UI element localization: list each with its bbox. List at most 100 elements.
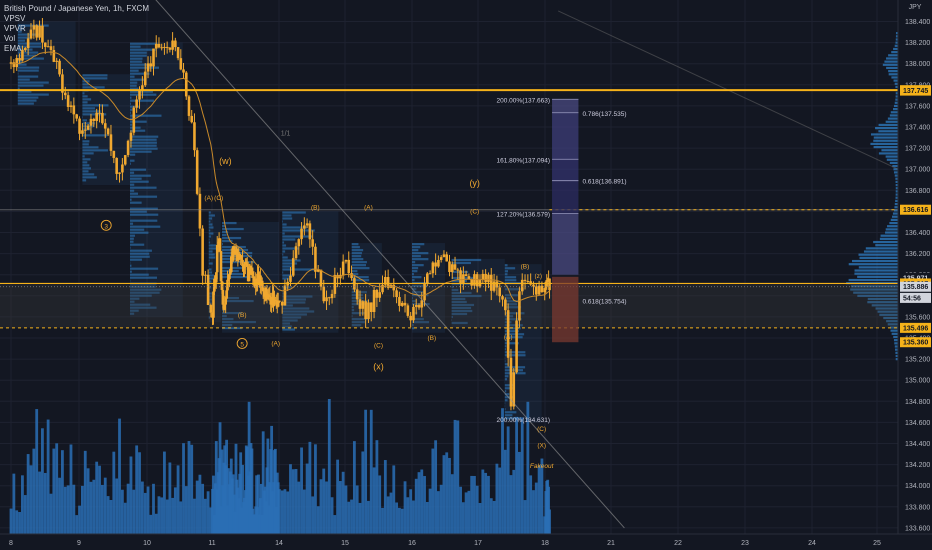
price-tag-label: 54:56 [903, 295, 921, 302]
price-tick: 133.600 [905, 525, 930, 532]
volume-bar [15, 510, 19, 534]
volume-bar [473, 475, 476, 534]
fib-band [552, 112, 579, 160]
volume-bar [420, 469, 424, 534]
symbol-title[interactable]: British Pound / Japanese Yen, 1h, FXCM [4, 4, 149, 14]
profile-row [130, 243, 145, 246]
indicator-vpvr[interactable]: VPVR [4, 24, 149, 34]
volume-bar [498, 467, 502, 534]
time-axis[interactable]: 8 9 10 11 14 15 16 17 18 21 22 23 24 25 [0, 533, 932, 550]
volume-bar [439, 484, 443, 534]
profile-row [504, 378, 508, 381]
candle-body [518, 291, 521, 321]
profile-row [208, 241, 211, 244]
time-tick: 10 [143, 540, 151, 547]
price-axis[interactable]: JPY138.400138.200138.000137.800137.60013… [897, 0, 932, 550]
profile-row [130, 189, 135, 192]
volume-bar [98, 465, 101, 534]
candle-body [358, 299, 362, 309]
candle-body [218, 238, 222, 252]
profile-row [130, 120, 147, 123]
candle-body [475, 274, 479, 287]
candle-body [308, 223, 312, 240]
profile-row [82, 143, 89, 146]
volume-bar [106, 496, 110, 534]
profile-row [82, 110, 101, 113]
volume-bar [341, 471, 345, 534]
profile-row [17, 84, 44, 87]
vpvr-row [880, 234, 898, 237]
profile-row [130, 180, 149, 183]
price-tick: 137.600 [905, 103, 930, 110]
price-chart[interactable]: 200.00%(137.663) 0.786(137.535) 161.80%(13… [0, 0, 932, 550]
wave-label: (C) [470, 209, 479, 216]
fib-band [552, 99, 579, 113]
volume-bar [437, 491, 440, 534]
vpvr-row [891, 332, 898, 335]
vpvr-row [873, 240, 898, 244]
volume-bar [487, 475, 490, 534]
price-tick: 138.400 [905, 19, 930, 26]
chart-legend: British Pound / Japanese Yen, 1h, FXCM V… [4, 4, 149, 54]
profile-row [351, 261, 367, 264]
vpvr-row [887, 117, 898, 120]
fib-level-label: 0.618(136.891) [582, 179, 626, 186]
candle-body [118, 172, 121, 174]
candle-body [109, 134, 113, 151]
price-tick: 135.600 [905, 314, 930, 321]
profile-row [351, 246, 360, 249]
candle-body [165, 46, 169, 48]
vpvr-row [873, 136, 898, 139]
candle-body [12, 62, 16, 68]
volume-bar [515, 416, 518, 534]
vpvr-row [873, 145, 898, 149]
volume-bar [489, 498, 493, 534]
profile-row [222, 272, 244, 276]
volume-bar [173, 487, 177, 534]
volume-bar [492, 500, 496, 534]
volume-bar [206, 491, 210, 534]
indicator-ema[interactable]: EMA [4, 44, 149, 54]
profile-row [504, 399, 508, 402]
volume-bar [163, 451, 166, 534]
candle-body [154, 43, 158, 49]
volume-bar [135, 445, 139, 534]
volume-bar [375, 440, 379, 534]
profile-row [451, 261, 471, 265]
profile-row [222, 236, 242, 240]
volume-bar [291, 469, 295, 534]
indicator-vol[interactable]: Vol [4, 34, 149, 44]
profile-row [351, 243, 359, 246]
wave-label: (A) [364, 204, 373, 211]
profile-row [282, 223, 287, 226]
price-tick: 133.800 [905, 504, 930, 511]
profile-row [351, 255, 362, 258]
volume-bar [118, 418, 121, 534]
price-tick: 138.000 [905, 61, 930, 68]
profile-row [282, 235, 313, 238]
volume-bar [378, 475, 382, 534]
volume-bar [160, 497, 164, 534]
vpvr-row [889, 161, 898, 165]
vpvr-row [894, 206, 898, 209]
profile-row [17, 66, 40, 69]
profile-row [130, 246, 131, 249]
volume-bar [100, 484, 104, 534]
candle-body [209, 305, 213, 313]
candle-body [81, 130, 84, 134]
wave-label: 1/1 [281, 130, 291, 137]
profile-row [17, 72, 19, 75]
volume-bar [344, 485, 348, 534]
candle-body [138, 89, 141, 100]
vpvr-row [893, 335, 898, 339]
profile-row [351, 270, 358, 273]
profile-row [82, 95, 88, 98]
vpvr-row [875, 127, 898, 130]
profile-row [208, 232, 214, 235]
candle-body [221, 289, 225, 305]
profile-row [82, 101, 88, 104]
indicator-vpsv[interactable]: VPSV [4, 14, 149, 24]
profile-row [130, 150, 152, 153]
vpvr-row [888, 73, 898, 76]
volume-bar [182, 443, 185, 534]
